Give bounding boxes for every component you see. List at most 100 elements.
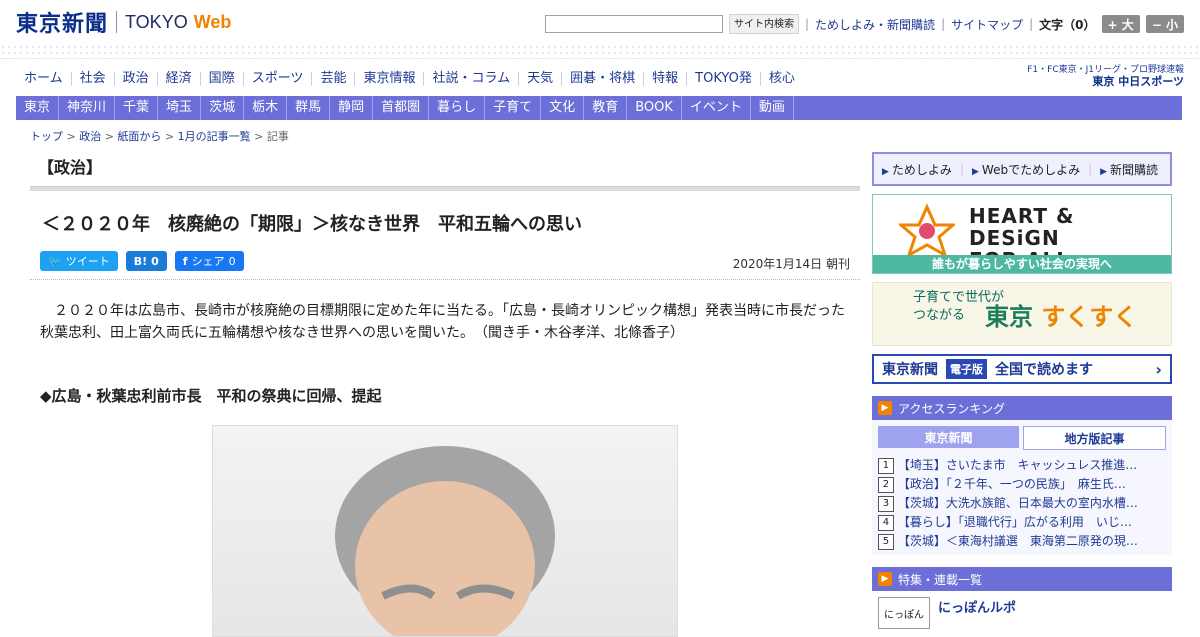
sukusuku-title-b: すくすく bbox=[1041, 303, 1138, 331]
logo-separator bbox=[116, 11, 118, 33]
tab-local[interactable]: 地方版記事 bbox=[1023, 426, 1166, 450]
access-ranking-body: 東京新聞 地方版記事 1 【埼玉】さいたま市 キャッシュレス推進… 2 【政治】「２千… bbox=[872, 420, 1172, 555]
article-lead: ２０２０年は広島市、長崎市が核廃絶の目標期限に定めた年に当たる。「広島・長崎オリ… bbox=[40, 300, 845, 344]
nav-category-item[interactable]: 社会 bbox=[70, 72, 114, 86]
tweet-label: ツイート bbox=[65, 255, 110, 268]
section-divider bbox=[30, 186, 860, 191]
series-card[interactable]: にっぽん にっぽんルポ bbox=[872, 591, 1172, 635]
sukusuku-title-a: 東京 bbox=[985, 303, 1033, 331]
ranking-number: 5 bbox=[878, 533, 894, 550]
arrow-right-icon: ▶ bbox=[882, 166, 889, 177]
breadcrumb-paper[interactable]: 紙面から bbox=[117, 130, 161, 143]
nav-region-item[interactable]: イベント bbox=[682, 96, 751, 120]
nav-region-item[interactable]: 栃木 bbox=[244, 96, 288, 120]
ranking-item[interactable]: 4 【暮らし】「退職代行」広がる利用 いじ… bbox=[878, 513, 1166, 532]
nav-category-item[interactable]: 特報 bbox=[643, 72, 686, 86]
ranking-item[interactable]: 3 【茨城】大洗水族館、日本最大の室内水槽… bbox=[878, 494, 1166, 513]
ranking-title: 【茨城】大洗水族館、日本最大の室内水槽… bbox=[897, 496, 1138, 510]
digital-edition-banner[interactable]: 東京新聞 電子版 全国で読めます › bbox=[872, 354, 1172, 384]
sukusuku-title: 東京 すくすく bbox=[985, 297, 1137, 332]
facebook-share-button[interactable]: f シェア 0 bbox=[174, 251, 244, 271]
nav-category-item[interactable]: 社説・コラム bbox=[423, 72, 518, 86]
nav-region-item[interactable]: 茨城 bbox=[201, 96, 245, 120]
nav-category-item[interactable]: 囲碁・将棋 bbox=[561, 72, 643, 86]
hatena-count: 0 bbox=[151, 254, 159, 268]
font-size-label: 文字（0） bbox=[1039, 17, 1096, 32]
ranking-item[interactable]: 5 【茨城】＜東海村議選 東海第二原発の現… bbox=[878, 532, 1166, 551]
heart-design-strip: 誰もが暮らしやすい社会の実現へ bbox=[873, 255, 1171, 273]
nav-region-item[interactable]: 神奈川 bbox=[59, 96, 116, 120]
series-panel: ▶ 特集・連載一覧 にっぽん にっぽんルポ bbox=[872, 567, 1172, 635]
edition-name: 東京新聞 bbox=[882, 362, 938, 378]
sitemap-link[interactable]: サイトマップ bbox=[951, 16, 1023, 33]
series-header: ▶ 特集・連載一覧 bbox=[872, 567, 1172, 591]
site-search-input[interactable] bbox=[545, 15, 723, 33]
hatena-label: B! bbox=[133, 254, 148, 268]
nav-region-item[interactable]: 静岡 bbox=[330, 96, 374, 120]
nav-category-item[interactable]: 国際 bbox=[199, 72, 243, 86]
trial-link[interactable]: ▶ ためしよみ bbox=[882, 161, 952, 178]
tweet-button[interactable]: 🐦 ツイート bbox=[40, 251, 118, 271]
lead-paragraph: ２０２０年は広島市、長崎市が核廃絶の目標期限に定めた年に当たる。「広島・長崎オリ… bbox=[40, 303, 845, 341]
series-thumb: にっぽん bbox=[878, 597, 930, 629]
nav-region-item[interactable]: BOOK bbox=[627, 96, 682, 120]
access-ranking-header: ▶ アクセスランキング bbox=[872, 396, 1172, 420]
ranking-title: 【埼玉】さいたま市 キャッシュレス推進… bbox=[897, 458, 1138, 472]
site-logo[interactable]: 東京新聞 TOKYO Web bbox=[16, 8, 231, 37]
arrow-right-icon: ▶ bbox=[971, 166, 979, 177]
arrow-right-icon: ▶ bbox=[1100, 166, 1108, 177]
nav-category-item[interactable]: ホーム bbox=[16, 72, 71, 86]
breadcrumb-politics[interactable]: 政治 bbox=[79, 130, 101, 143]
hd-line1: HEART & DESiGN bbox=[969, 204, 1075, 250]
subscribe-link[interactable]: ▶ 新聞購読 bbox=[1100, 161, 1158, 178]
nav-region-item[interactable]: 千葉 bbox=[115, 96, 159, 120]
sep: | bbox=[959, 162, 964, 176]
series-title: 特集・連載一覧 bbox=[898, 572, 983, 587]
trial-subscribe-link[interactable]: ためしよみ・新聞購読 bbox=[815, 16, 935, 33]
nav-category-item[interactable]: 核心 bbox=[759, 72, 803, 86]
region-nav: 東京 神奈川 千葉 埼玉 茨城 栃木 群馬 静岡 首都圏 暮らし 子育て 文化 教育 BOOK イベント 動画 bbox=[16, 96, 1182, 120]
chunichi-sports-banner[interactable]: F1・FC東京・J1リーグ・プロ野球速報 東京 中日スポーツ bbox=[1027, 64, 1184, 88]
nav-category-item[interactable]: 天気 bbox=[518, 72, 561, 86]
breadcrumb-top[interactable]: トップ bbox=[30, 130, 63, 143]
nav-category-item[interactable]: 東京情報 bbox=[354, 72, 423, 86]
nav-region-item[interactable]: 埼玉 bbox=[158, 96, 202, 120]
series-icon: ▶ bbox=[878, 572, 892, 586]
share-buttons: 🐦 ツイート B! 0 f シェア 0 bbox=[40, 251, 244, 271]
logo-jp: 東京新聞 bbox=[16, 11, 109, 37]
heart-design-banner[interactable]: HEART & DESiGN FOR ALL 誰もが暮らしやすい社会の実現へ bbox=[872, 194, 1172, 274]
section-title: 【政治】 bbox=[38, 158, 103, 177]
tab-tokyo[interactable]: 東京新聞 bbox=[878, 426, 1019, 448]
nav-region-item[interactable]: 動画 bbox=[751, 96, 794, 120]
sukusuku-banner[interactable]: 子育てで世代が つながる 東京 すくすく bbox=[872, 282, 1172, 346]
ranking-item[interactable]: 1 【埼玉】さいたま市 キャッシュレス推進… bbox=[878, 456, 1166, 475]
nav-region-item[interactable]: 群馬 bbox=[287, 96, 331, 120]
right-sidebar: ▶ ためしよみ | ▶ Webでためしよみ | ▶ 新聞購読 HEART & DESi… bbox=[872, 152, 1172, 635]
header-pattern bbox=[0, 44, 1200, 59]
hatena-bookmark-button[interactable]: B! 0 bbox=[125, 251, 167, 271]
nav-category-item[interactable]: 芸能 bbox=[311, 72, 354, 86]
web-trial-link[interactable]: ▶ Webでためしよみ bbox=[972, 161, 1080, 178]
heart-design-logo-icon bbox=[899, 203, 955, 259]
nav-region-item[interactable]: 教育 bbox=[584, 96, 628, 120]
article-date: 2020年1月14日 朝刊 bbox=[732, 257, 850, 271]
trial-links: ▶ ためしよみ | ▶ Webでためしよみ | ▶ 新聞購読 bbox=[872, 152, 1172, 186]
ranking-title: 【政治】「２千年、一つの民族」 麻生氏… bbox=[897, 477, 1126, 491]
subscribe-label: 新聞購読 bbox=[1110, 162, 1159, 177]
nav-region-item[interactable]: 東京 bbox=[16, 96, 60, 120]
font-size-minus-button[interactable]: − 小 bbox=[1145, 15, 1184, 33]
nav-region-item[interactable]: 子育て bbox=[485, 96, 542, 120]
nav-region-item[interactable]: 文化 bbox=[541, 96, 585, 120]
nav-region-item[interactable]: 暮らし bbox=[429, 96, 486, 120]
article-headline: ＜２０２０年 核廃絶の「期限」＞核なき世界 平和五輪への思い bbox=[42, 214, 582, 235]
font-size-plus-button[interactable]: + 大 bbox=[1101, 15, 1140, 33]
nav-region-item[interactable]: 首都圏 bbox=[373, 96, 430, 120]
nav-category-item[interactable]: 経済 bbox=[156, 72, 200, 86]
edition-tag: 電子版 bbox=[946, 359, 987, 379]
nav-category-item[interactable]: TOKYO発 bbox=[686, 72, 760, 86]
site-search-button[interactable]: サイト内検索 bbox=[729, 14, 799, 34]
breadcrumb-month[interactable]: 1月の記事一覧 bbox=[178, 130, 251, 143]
nav-category-item[interactable]: スポーツ bbox=[242, 72, 312, 86]
ranking-item[interactable]: 2 【政治】「２千年、一つの民族」 麻生氏… bbox=[878, 475, 1166, 494]
nav-category-item[interactable]: 政治 bbox=[113, 72, 157, 86]
